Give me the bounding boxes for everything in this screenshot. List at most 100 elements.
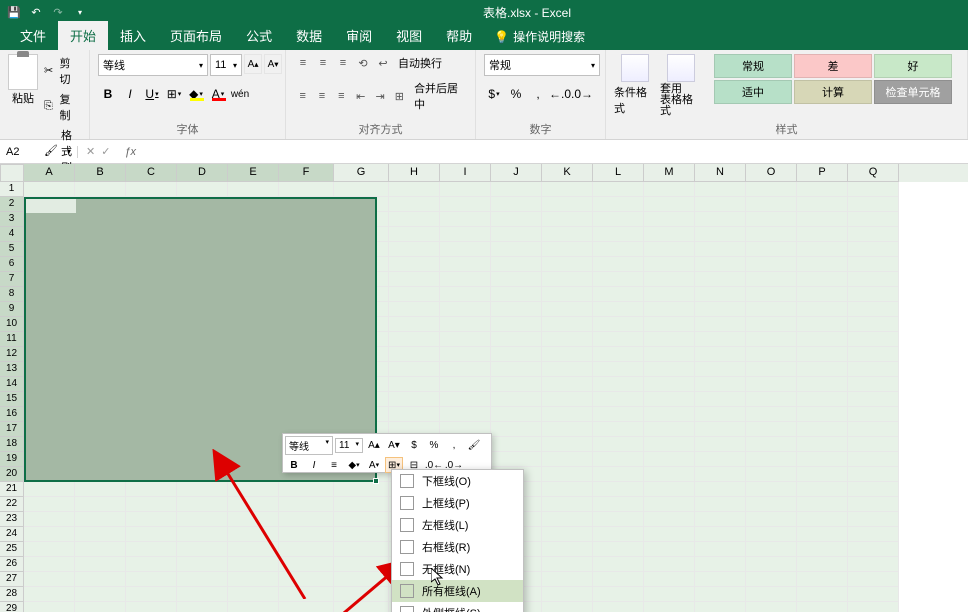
cell[interactable] — [279, 392, 334, 407]
cell[interactable] — [389, 332, 440, 347]
cell[interactable] — [440, 347, 491, 362]
cell[interactable] — [440, 182, 491, 197]
cell[interactable] — [746, 362, 797, 377]
cell[interactable] — [389, 287, 440, 302]
cell[interactable] — [24, 527, 75, 542]
cell[interactable] — [75, 242, 126, 257]
cell[interactable] — [228, 287, 279, 302]
cell[interactable] — [440, 377, 491, 392]
cell[interactable] — [279, 317, 334, 332]
border-menu-bottom[interactable]: 下框线(O) — [392, 470, 523, 492]
cell[interactable] — [389, 272, 440, 287]
cell[interactable] — [228, 257, 279, 272]
row-header[interactable]: 27 — [0, 572, 24, 587]
cell[interactable] — [695, 182, 746, 197]
cell[interactable] — [797, 362, 848, 377]
cell[interactable] — [797, 422, 848, 437]
cell[interactable] — [644, 182, 695, 197]
cell[interactable] — [24, 602, 75, 612]
cell[interactable] — [542, 467, 593, 482]
column-header[interactable]: M — [644, 164, 695, 182]
cell[interactable] — [24, 407, 75, 422]
cell[interactable] — [695, 287, 746, 302]
cell[interactable] — [644, 572, 695, 587]
cell[interactable] — [177, 257, 228, 272]
cell[interactable] — [695, 302, 746, 317]
cell[interactable] — [126, 332, 177, 347]
cell[interactable] — [126, 212, 177, 227]
cell[interactable] — [746, 242, 797, 257]
cell[interactable] — [279, 362, 334, 377]
cell[interactable] — [75, 557, 126, 572]
cell[interactable] — [440, 197, 491, 212]
cell[interactable] — [746, 377, 797, 392]
cell[interactable] — [491, 407, 542, 422]
cell[interactable] — [491, 302, 542, 317]
cell[interactable] — [440, 287, 491, 302]
cell[interactable] — [228, 497, 279, 512]
cell[interactable] — [177, 242, 228, 257]
cell[interactable] — [177, 272, 228, 287]
cell[interactable] — [334, 302, 389, 317]
row-header[interactable]: 14 — [0, 377, 24, 392]
cell[interactable] — [177, 302, 228, 317]
cell[interactable] — [279, 512, 334, 527]
cell[interactable] — [24, 197, 75, 212]
column-header[interactable]: Q — [848, 164, 899, 182]
cell[interactable] — [695, 332, 746, 347]
cell[interactable] — [228, 422, 279, 437]
cell[interactable] — [746, 272, 797, 287]
cell[interactable] — [644, 602, 695, 612]
cell[interactable] — [126, 527, 177, 542]
cell[interactable] — [126, 257, 177, 272]
cell[interactable] — [593, 227, 644, 242]
cell[interactable] — [542, 287, 593, 302]
cell[interactable] — [542, 512, 593, 527]
cell[interactable] — [389, 362, 440, 377]
cell[interactable] — [177, 377, 228, 392]
cell[interactable] — [542, 392, 593, 407]
cell-style-bad[interactable]: 差 — [794, 54, 872, 78]
mini-bold[interactable]: B — [285, 457, 303, 473]
cell[interactable] — [440, 257, 491, 272]
cell[interactable] — [75, 347, 126, 362]
cell[interactable] — [75, 212, 126, 227]
row-header[interactable]: 24 — [0, 527, 24, 542]
cell[interactable] — [593, 407, 644, 422]
column-header[interactable]: H — [389, 164, 440, 182]
cell[interactable] — [279, 482, 334, 497]
cell[interactable] — [228, 542, 279, 557]
cell[interactable] — [797, 197, 848, 212]
cell[interactable] — [177, 467, 228, 482]
row-header[interactable]: 8 — [0, 287, 24, 302]
cell[interactable] — [228, 587, 279, 602]
cell[interactable] — [126, 287, 177, 302]
enter-icon[interactable]: ✓ — [101, 145, 110, 158]
cell[interactable] — [848, 482, 899, 497]
cell[interactable] — [797, 287, 848, 302]
cell[interactable] — [279, 287, 334, 302]
cell[interactable] — [126, 407, 177, 422]
cell[interactable] — [389, 407, 440, 422]
italic-button[interactable]: I — [120, 84, 140, 104]
cell[interactable] — [228, 467, 279, 482]
cell[interactable] — [746, 542, 797, 557]
row-header[interactable]: 17 — [0, 422, 24, 437]
cell[interactable] — [75, 542, 126, 557]
cell[interactable] — [75, 497, 126, 512]
cell[interactable] — [848, 557, 899, 572]
cell[interactable] — [126, 302, 177, 317]
mini-align[interactable]: ≡ — [325, 457, 343, 473]
cell[interactable] — [279, 572, 334, 587]
align-bottom-button[interactable]: ≡ — [334, 54, 352, 72]
cell[interactable] — [126, 497, 177, 512]
cell[interactable] — [542, 602, 593, 612]
cell[interactable] — [24, 497, 75, 512]
cell[interactable] — [542, 482, 593, 497]
border-button[interactable]: ⊞▾ — [164, 84, 184, 104]
cell[interactable] — [644, 482, 695, 497]
cell[interactable] — [228, 407, 279, 422]
cell[interactable] — [593, 287, 644, 302]
cell[interactable] — [695, 272, 746, 287]
cell[interactable] — [848, 602, 899, 612]
